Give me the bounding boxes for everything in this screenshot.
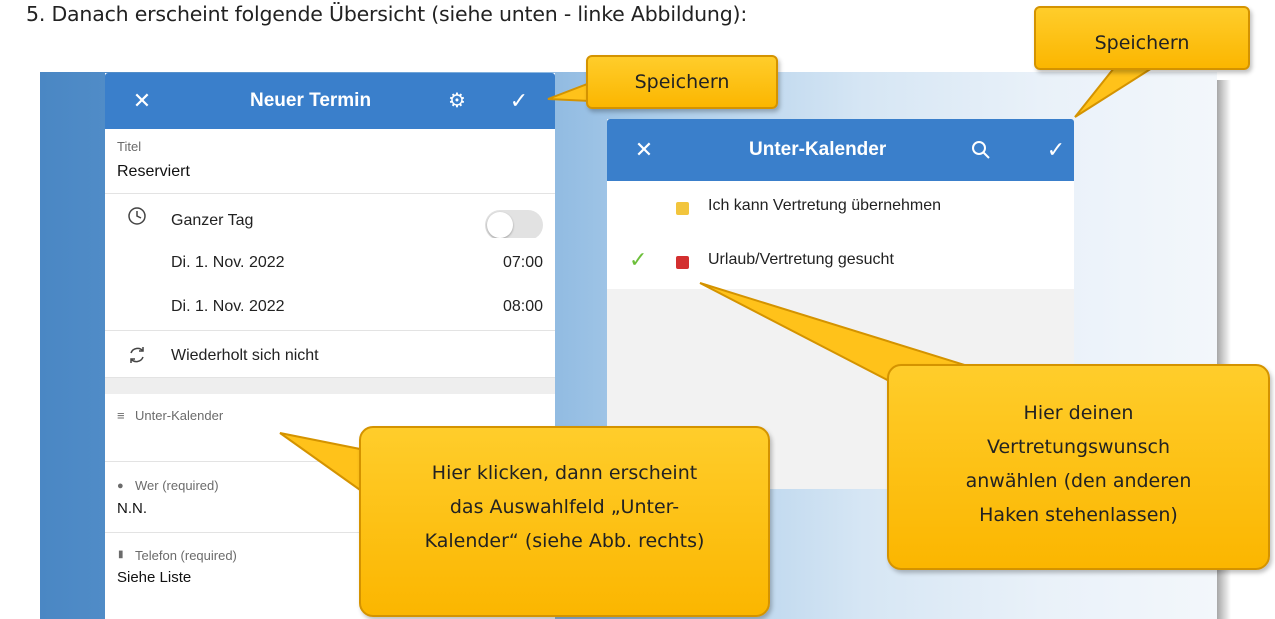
who-value[interactable]: N.N.: [117, 500, 147, 517]
toggle-knob: [487, 212, 513, 238]
save-callout-right: Speichern: [1034, 6, 1250, 70]
search-icon[interactable]: [971, 140, 991, 160]
end-date[interactable]: Di. 1. Nov. 2022: [171, 298, 285, 316]
page-title: Unter-Kalender: [749, 139, 887, 160]
hint-line: Haken stehenlassen): [979, 504, 1178, 526]
hint-line: Vertretungswunsch: [986, 436, 1171, 458]
subcalendar-item[interactable]: ✓ Urlaub/Vertretung gesucht: [607, 235, 1074, 289]
person-icon: ●: [117, 480, 124, 492]
list-icon: ≡: [117, 408, 125, 423]
end-time[interactable]: 08:00: [503, 298, 543, 316]
allday-label: Ganzer Tag: [171, 212, 254, 229]
phone-value[interactable]: Siehe Liste: [117, 569, 191, 586]
start-time[interactable]: 07:00: [503, 254, 543, 272]
start-datetime-row[interactable]: Di. 1. Nov. 2022 07:00: [105, 238, 555, 284]
subcalendar-item[interactable]: Ich kann Vertretung übernehmen: [607, 181, 1074, 235]
subcalendar-item-label: Urlaub/Vertretung gesucht: [708, 251, 894, 268]
clock-icon: [128, 207, 146, 225]
subcalendar-item-label: Ich kann Vertretung übernehmen: [708, 197, 942, 214]
hint-line: Hier klicken, dann erscheint: [431, 462, 698, 484]
end-datetime-row[interactable]: Di. 1. Nov. 2022 08:00: [105, 284, 555, 331]
hint-line: Hier deinen: [1023, 402, 1134, 424]
color-swatch: [676, 202, 689, 215]
repeat-label: Wiederholt sich nicht: [171, 347, 319, 364]
instruction-heading: 5. Danach erscheint folgende Übersicht (…: [26, 2, 748, 26]
close-icon[interactable]: ✕: [629, 119, 659, 181]
allday-row[interactable]: Ganzer Tag: [105, 194, 555, 240]
section-divider: [105, 378, 555, 394]
title-label: Titel: [117, 139, 142, 154]
subcalendar-label: Unter-Kalender: [135, 408, 224, 423]
subcalendar-appbar: ✕ Unter-Kalender ✓: [607, 119, 1074, 181]
gear-icon[interactable]: ⚙: [442, 73, 472, 129]
page-title: Neuer Termin: [250, 90, 372, 111]
phone-label: Telefon (required): [135, 548, 237, 563]
choose-hint-callout: Hier deinen Vertretungswunsch anwählen (…: [887, 364, 1270, 570]
repeat-icon: [130, 347, 144, 363]
who-label: Wer (required): [135, 478, 219, 493]
new-appointment-appbar: ✕ Neuer Termin ⚙ ✓: [105, 73, 555, 129]
hint-line: anwählen (den anderen: [965, 470, 1192, 492]
subcalendar-hint-callout: Hier klicken, dann erscheint das Auswahl…: [359, 426, 770, 617]
phone-icon: ▮: [118, 549, 124, 560]
close-icon[interactable]: ✕: [127, 73, 157, 129]
repeat-row[interactable]: Wiederholt sich nicht: [105, 331, 555, 378]
start-date[interactable]: Di. 1. Nov. 2022: [171, 254, 285, 272]
save-check-icon[interactable]: ✓: [1041, 119, 1071, 181]
save-callout-left: Speichern: [586, 55, 778, 109]
title-field[interactable]: Titel Reserviert: [105, 129, 555, 194]
color-swatch: [676, 256, 689, 269]
save-check-icon[interactable]: ✓: [504, 73, 534, 129]
title-value[interactable]: Reserviert: [117, 163, 190, 181]
check-icon: ✓: [629, 247, 648, 272]
hint-line: das Auswahlfeld „Unter-: [449, 496, 680, 518]
allday-toggle[interactable]: [485, 210, 543, 240]
hint-line: Kalender“ (siehe Abb. rechts): [424, 530, 705, 552]
